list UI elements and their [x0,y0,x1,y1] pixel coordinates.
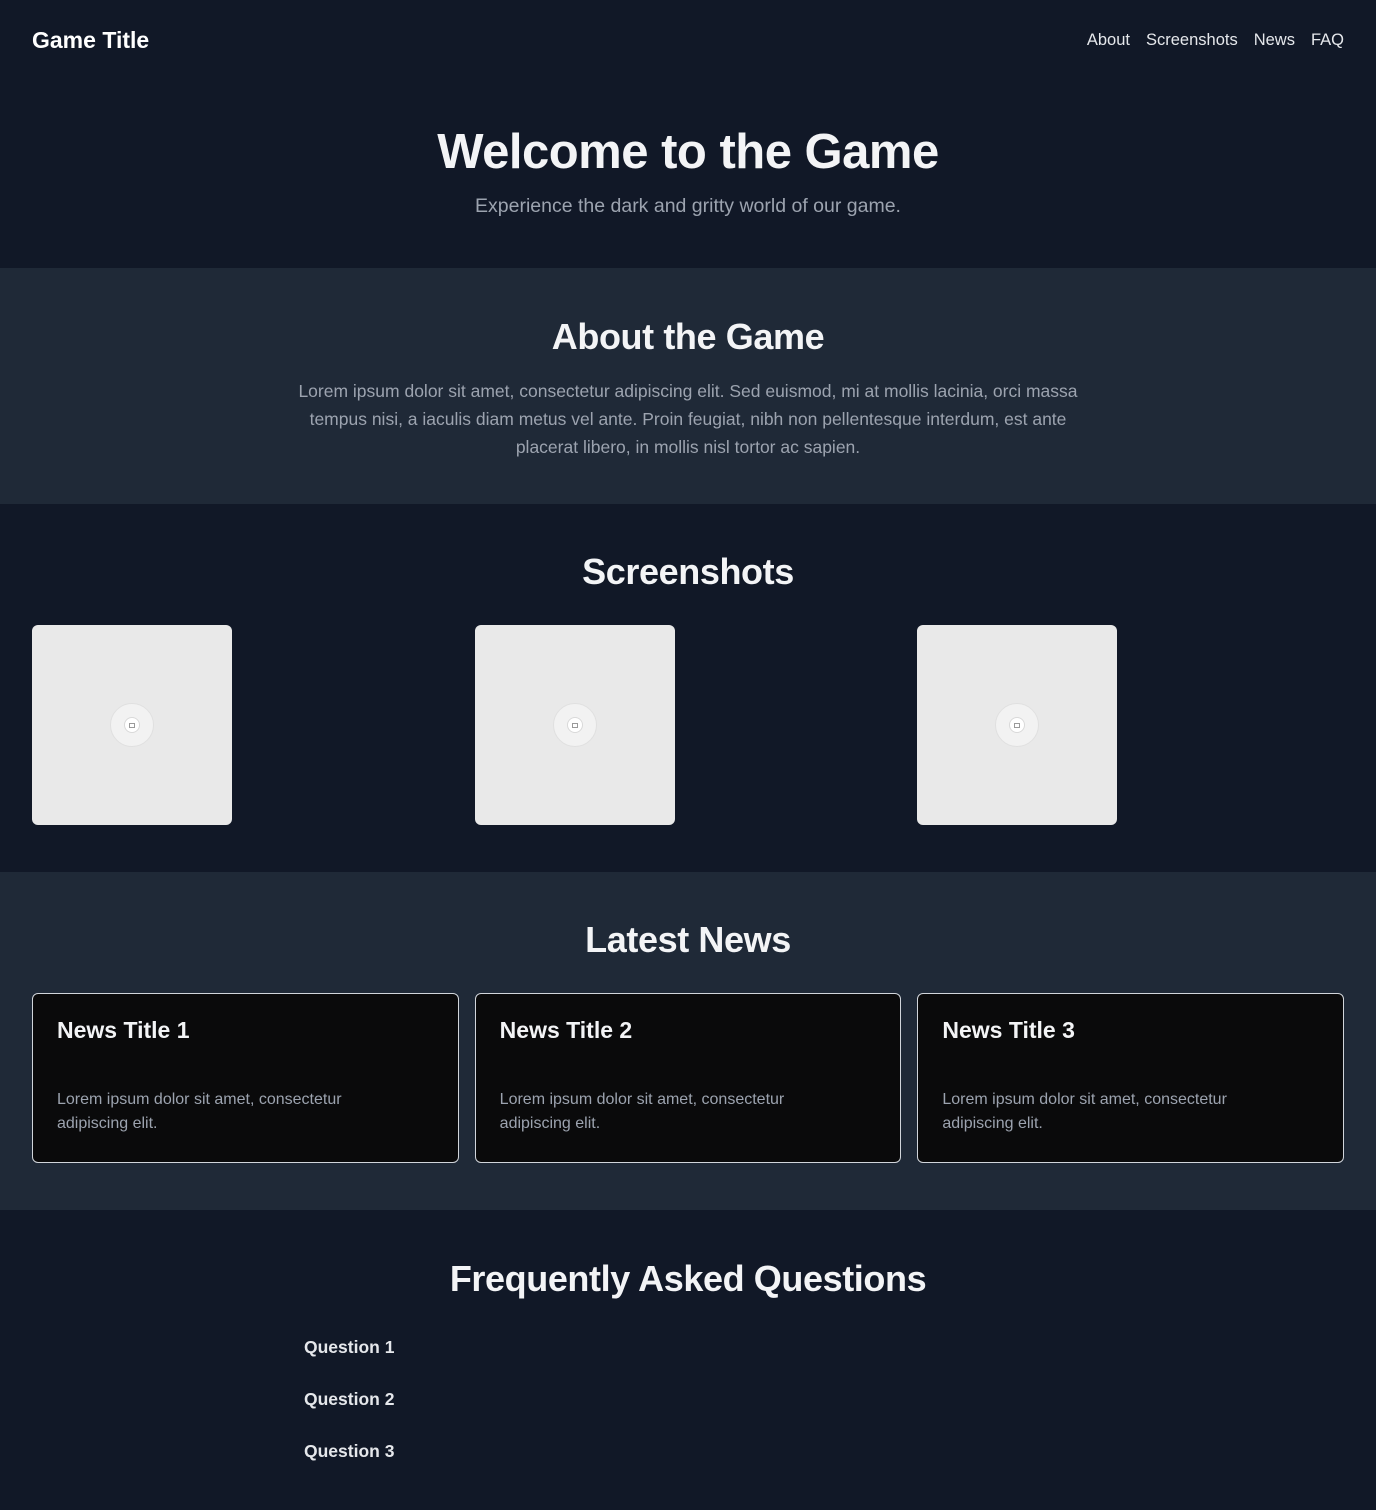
news-card-body: Lorem ipsum dolor sit amet, consectetur … [942,1091,1227,1132]
faq-question[interactable]: Question 2 [304,1387,1376,1439]
about-title: About the Game [551,316,825,357]
faq-title: Frequently Asked Questions [449,1258,927,1299]
news-card-body: Lorem ipsum dolor sit amet, consectetur … [499,1091,785,1132]
nav-link-screenshots[interactable]: Screenshots [1146,31,1238,50]
hero-title: Welcome to the Game [437,125,939,179]
about-section: About the Game Lorem ipsum dolor sit ame… [0,268,1376,504]
site-header: Game Title About Screenshots News FAQ [0,0,1376,80]
faq-list: Question 1 Question 2 Question 3 [304,1335,1376,1491]
news-card[interactable]: News Title 1 Lorem ipsum dolor sit amet,… [32,993,459,1163]
screenshot-cell [32,625,459,825]
news-card-title: News Title 1 [57,1017,190,1043]
news-card-title: News Title 2 [499,1017,633,1043]
nav-link-news[interactable]: News [1254,31,1295,50]
faq-question[interactable]: Question 1 [304,1335,1376,1387]
screenshot-grid [0,625,1376,825]
screenshot-cell [917,625,1344,825]
nav-link-faq[interactable]: FAQ [1311,31,1344,50]
screenshot-cell [474,625,902,825]
image-placeholder-icon [124,717,140,733]
news-card-body: Lorem ipsum dolor sit amet, consectetur … [57,1091,342,1132]
faq-section: Frequently Asked Questions Question 1 Qu… [0,1210,1376,1510]
news-section: Latest News News Title 1 Lorem ipsum dol… [0,872,1376,1210]
screenshots-section: Screenshots [0,504,1376,872]
site-logo[interactable]: Game Title [32,27,149,54]
screenshot-image[interactable] [474,625,675,825]
hero-section: Welcome to the Game Experience the dark … [0,80,1376,268]
news-card[interactable]: News Title 3 Lorem ipsum dolor sit amet,… [917,993,1345,1163]
news-grid: News Title 1 Lorem ipsum dolor sit amet,… [0,993,1376,1163]
news-card-title: News Title 3 [942,1017,1075,1043]
about-body: Lorem ipsum dolor sit amet, consectetur … [298,381,1078,457]
nav-link-about[interactable]: About [1087,31,1130,50]
screenshot-image[interactable] [917,625,1118,825]
screenshots-title: Screenshots [582,551,794,592]
screenshot-image[interactable] [32,625,232,825]
hero-subtitle: Experience the dark and gritty world of … [475,195,901,217]
faq-question[interactable]: Question 3 [304,1439,1376,1491]
news-title: Latest News [585,919,791,960]
news-card[interactable]: News Title 2 Lorem ipsum dolor sit amet,… [474,993,902,1163]
image-placeholder-icon [566,717,583,733]
main-nav: About Screenshots News FAQ [1087,31,1344,50]
